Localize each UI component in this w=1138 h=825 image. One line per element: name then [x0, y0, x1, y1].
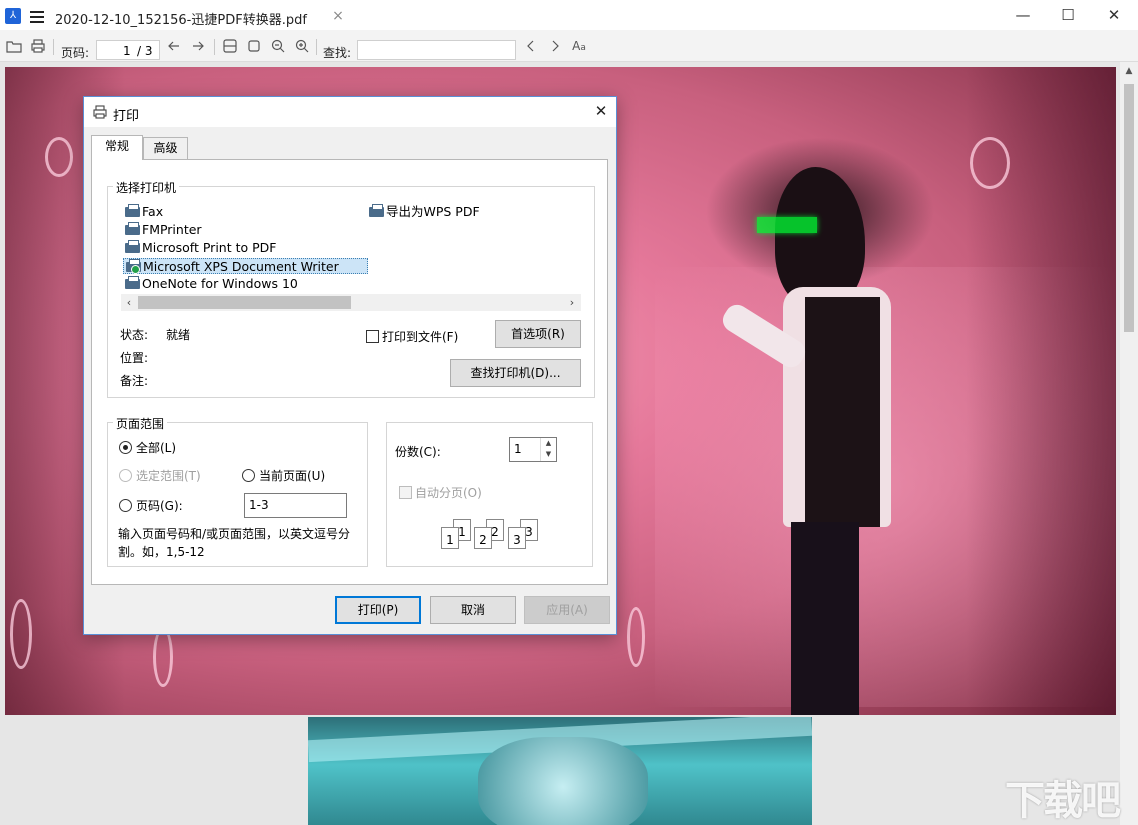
collate-preview-1: 1 1 [441, 519, 471, 549]
copies-stepper[interactable]: ▲ ▼ [540, 438, 556, 461]
status-value: 就绪 [166, 328, 191, 342]
printer-icon [125, 222, 140, 235]
range-pages-radio[interactable] [119, 499, 132, 512]
page-total: / 3 [137, 44, 153, 58]
print-dialog: 打印 ✕ 常规 高级 选择打印机 Fax FMPrinter Microsoft… [83, 96, 617, 635]
zoom-in-icon[interactable] [294, 38, 310, 54]
dialog-close-icon[interactable]: ✕ [592, 102, 610, 120]
document-tab[interactable]: 2020-12-10_152156-迅捷PDF转换器.pdf × [48, 0, 356, 30]
collate-checkbox [399, 486, 412, 499]
find-printer-button[interactable]: 查找打印机(D)... [450, 359, 581, 387]
cancel-button[interactable]: 取消 [430, 596, 516, 624]
toolbar-divider [53, 39, 54, 55]
find-previous-icon[interactable] [523, 38, 539, 54]
find-next-icon[interactable] [547, 38, 563, 54]
page-label: 页码: [61, 46, 90, 60]
select-printer-label: 选择打印机 [113, 179, 180, 196]
collate-label: 自动分页(O) [415, 486, 482, 500]
printer-item[interactable]: FMPrinter [123, 222, 204, 238]
zoom-out-icon[interactable] [270, 38, 286, 54]
open-folder-icon[interactable] [6, 38, 22, 54]
menu-icon[interactable] [30, 11, 44, 23]
fit-width-icon[interactable] [222, 38, 238, 54]
range-hint: 输入页面号码和/或页面范围，以英文逗号分割。如，1,5-12 [118, 527, 351, 559]
close-window-button[interactable]: ✕ [1100, 4, 1128, 26]
collate-preview-3: 3 3 [508, 519, 538, 549]
preferences-button[interactable]: 首选项(R) [495, 320, 581, 348]
status-label: 状态: [120, 328, 149, 342]
pdf-logo-icon: ⅄ [5, 8, 21, 24]
increment-icon[interactable]: ▲ [541, 438, 556, 449]
location-label: 位置: [120, 351, 149, 365]
printer-icon [93, 105, 107, 119]
fit-page-icon[interactable] [246, 38, 262, 54]
find-input[interactable] [357, 40, 516, 60]
scroll-left-icon[interactable]: ‹ [122, 295, 136, 310]
title-bar: ⅄ 2020-12-10_152156-迅捷PDF转换器.pdf × — ☐ ✕ [0, 0, 1138, 30]
collate-preview-2: 2 2 [474, 519, 504, 549]
printer-list-scrollbar[interactable]: ‹ › [121, 294, 581, 311]
print-button[interactable]: 打印(P) [335, 596, 421, 624]
match-case-icon[interactable]: Aa [571, 38, 587, 54]
tab-general[interactable]: 常规 [91, 135, 143, 160]
dialog-title-bar: 打印 ✕ [84, 97, 616, 127]
maximize-button[interactable]: ☐ [1054, 4, 1082, 26]
dialog-title: 打印 [113, 109, 140, 124]
printer-icon [125, 204, 140, 217]
vertical-scrollbar[interactable]: ▲ [1120, 62, 1138, 825]
pdf-page-2-image [308, 717, 812, 825]
close-tab-icon[interactable]: × [331, 9, 345, 23]
printer-item-selected[interactable]: Microsoft XPS Document Writer [123, 258, 368, 274]
comment-label: 备注: [120, 374, 149, 388]
toolbar: 页码: 1 / 3 查找: Aa [0, 30, 1138, 62]
range-current-label: 当前页面(U) [259, 469, 326, 483]
watermark-logo: 下载吧 [1005, 778, 1121, 824]
print-to-file-checkbox[interactable] [366, 330, 379, 343]
range-all-radio[interactable] [119, 441, 132, 454]
toolbar-divider [316, 39, 317, 55]
toolbar-divider [214, 39, 215, 55]
scroll-right-icon[interactable]: › [565, 295, 579, 310]
range-selection-radio [119, 469, 132, 482]
tab-advanced[interactable]: 高级 [143, 137, 188, 160]
page-number-field[interactable]: 1 / 3 [96, 40, 160, 60]
page-current: 1 [123, 44, 131, 58]
copies-label: 份数(C): [395, 445, 441, 459]
minimize-button[interactable]: — [1009, 4, 1037, 26]
scroll-thumb[interactable] [138, 296, 351, 309]
apply-button: 应用(A) [524, 596, 610, 624]
range-pages-label: 页码(G): [136, 499, 183, 513]
printer-item[interactable]: Fax [123, 204, 165, 220]
printer-item[interactable]: OneNote for Windows 10 [123, 276, 300, 292]
range-all-label: 全部(L) [136, 441, 177, 455]
scroll-thumb[interactable] [1124, 84, 1134, 332]
printer-item[interactable]: Microsoft Print to PDF [123, 240, 278, 256]
range-selection-label: 选定范围(T) [136, 469, 201, 483]
scroll-up-icon[interactable]: ▲ [1124, 66, 1134, 76]
print-to-file-label: 打印到文件(F) [382, 330, 459, 344]
previous-page-icon[interactable] [166, 38, 182, 54]
printer-icon [125, 276, 140, 289]
copies-input[interactable]: 1 ▲ ▼ [509, 437, 557, 462]
find-label: 查找: [323, 46, 352, 60]
next-page-icon[interactable] [190, 38, 206, 54]
printer-icon [125, 240, 140, 253]
decrement-icon[interactable]: ▼ [541, 449, 556, 460]
printer-item[interactable]: 导出为WPS PDF [367, 204, 482, 220]
default-check-icon [131, 265, 140, 274]
document-title: 2020-12-10_152156-迅捷PDF转换器.pdf [55, 13, 307, 28]
range-current-radio[interactable] [242, 469, 255, 482]
print-icon[interactable] [30, 38, 46, 54]
page-range-label: 页面范围 [113, 415, 168, 432]
printer-icon [369, 204, 384, 217]
page-range-input[interactable]: 1-3 [244, 493, 347, 518]
